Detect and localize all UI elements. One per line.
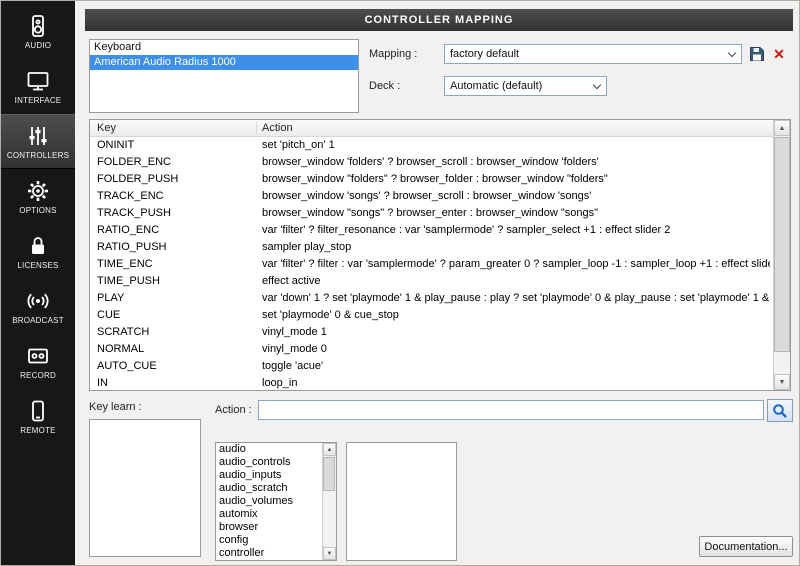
table-scrollbar[interactable]: ▲ ▼ <box>773 120 790 390</box>
documentation-button-label: Documentation... <box>704 541 787 553</box>
action-list-item[interactable]: automix <box>216 508 322 521</box>
table-row[interactable]: NORMALvinyl_mode 0 <box>90 341 773 358</box>
broadcast-waves-icon <box>25 288 51 314</box>
table-row[interactable]: AUTO_CUEtoggle 'acue' <box>90 358 773 375</box>
sidebar-item-broadcast[interactable]: BROADCAST <box>1 279 75 334</box>
mapping-table-body: ONINITset 'pitch_on' 1FOLDER_ENCbrowser_… <box>90 137 773 390</box>
action-list-item[interactable]: audio_scratch <box>216 482 322 495</box>
controller-mapping-window: AUDIO INTERFACE CONTROLLERS <box>0 0 800 566</box>
action-sub-list[interactable] <box>346 442 457 561</box>
scrollbar-thumb[interactable] <box>323 457 335 491</box>
sidebar-item-controllers[interactable]: CONTROLLERS <box>1 114 75 169</box>
key-learn-label: Key learn : <box>89 401 142 413</box>
sidebar-item-label: REMOTE <box>20 426 55 435</box>
action-input[interactable] <box>258 400 764 420</box>
mixer-faders-icon <box>25 123 51 149</box>
monitor-icon <box>25 68 51 94</box>
mapping-select[interactable]: factory default <box>444 44 742 64</box>
mapping-select-value: factory default <box>450 48 519 60</box>
sidebar-item-audio[interactable]: AUDIO <box>1 4 75 59</box>
sidebar-item-record[interactable]: RECORD <box>1 334 75 389</box>
sidebar-item-label: AUDIO <box>25 41 51 50</box>
sidebar-item-label: INTERFACE <box>15 96 62 105</box>
table-row[interactable]: TRACK_PUSHbrowser_window "songs" ? brows… <box>90 205 773 222</box>
action-list-item[interactable]: audio_inputs <box>216 469 322 482</box>
page-title: CONTROLLER MAPPING <box>365 14 514 26</box>
documentation-button[interactable]: Documentation... <box>699 536 793 557</box>
cassette-icon <box>25 343 51 369</box>
sidebar-item-label: CONTROLLERS <box>7 151 69 160</box>
deck-select[interactable]: Automatic (default) <box>444 76 607 96</box>
device-list-item[interactable]: Keyboard <box>90 40 358 55</box>
action-list-scrollbar[interactable]: ▲ ▼ <box>322 443 336 560</box>
sidebar-item-label: RECORD <box>20 371 56 380</box>
deck-select-value: Automatic (default) <box>450 80 542 92</box>
lock-icon <box>25 233 51 259</box>
table-row[interactable]: SCRATCHvinyl_mode 1 <box>90 324 773 341</box>
table-row[interactable]: ONINITset 'pitch_on' 1 <box>90 137 773 154</box>
column-header-key: Key <box>97 121 116 136</box>
table-row[interactable]: TRACK_ENCbrowser_window 'songs' ? browse… <box>90 188 773 205</box>
sidebar-item-label: LICENSES <box>17 261 58 270</box>
smartphone-icon <box>25 398 51 424</box>
table-row[interactable]: FOLDER_ENCbrowser_window 'folders' ? bro… <box>90 154 773 171</box>
action-list-item[interactable]: config <box>216 534 322 547</box>
table-row[interactable]: INloop_in <box>90 375 773 390</box>
table-row[interactable]: CUEset 'playmode' 0 & cue_stop <box>90 307 773 324</box>
search-action-button[interactable] <box>767 399 793 422</box>
table-row[interactable]: FOLDER_PUSHbrowser_window "folders" ? br… <box>90 171 773 188</box>
mapping-label: Mapping : <box>369 48 417 60</box>
save-mapping-button[interactable] <box>748 45 766 63</box>
table-row[interactable]: TIME_ENCvar 'filter' ? filter : var 'sam… <box>90 256 773 273</box>
key-learn-box[interactable] <box>89 419 201 557</box>
action-category-list[interactable]: audioaudio_controlsaudio_inputsaudio_scr… <box>215 442 337 561</box>
scroll-down-icon[interactable]: ▼ <box>323 547 336 560</box>
action-label: Action : <box>215 404 252 416</box>
gear-icon <box>25 178 51 204</box>
sidebar-item-remote[interactable]: REMOTE <box>1 389 75 444</box>
scroll-up-icon[interactable]: ▲ <box>774 120 790 136</box>
scroll-up-icon[interactable]: ▲ <box>323 443 336 456</box>
table-row[interactable]: PLAYvar 'down' 1 ? set 'playmode' 1 & pl… <box>90 290 773 307</box>
table-row[interactable]: RATIO_PUSHsampler play_stop <box>90 239 773 256</box>
mapping-table: Key Action ONINITset 'pitch_on' 1FOLDER_… <box>89 119 791 391</box>
action-list-item[interactable]: audio <box>216 443 322 456</box>
action-list-item[interactable]: audio_volumes <box>216 495 322 508</box>
close-icon: ✕ <box>773 45 785 63</box>
table-row[interactable]: TIME_PUSHeffect active <box>90 273 773 290</box>
deck-label: Deck : <box>369 80 400 92</box>
device-list-item[interactable]: American Audio Radius 1000 <box>90 55 358 70</box>
sidebar-item-interface[interactable]: INTERFACE <box>1 59 75 114</box>
action-list-item[interactable]: browser <box>216 521 322 534</box>
scroll-down-icon[interactable]: ▼ <box>774 374 790 390</box>
action-list-item[interactable]: audio_controls <box>216 456 322 469</box>
settings-sidebar: AUDIO INTERFACE CONTROLLERS <box>1 1 75 566</box>
column-header-action: Action <box>262 121 293 136</box>
action-list-items: audioaudio_controlsaudio_inputsaudio_scr… <box>216 443 322 560</box>
search-icon <box>772 403 788 419</box>
floppy-save-icon <box>749 46 765 62</box>
table-row[interactable]: RATIO_ENCvar 'filter' ? filter_resonance… <box>90 222 773 239</box>
scrollbar-thumb[interactable] <box>774 137 790 352</box>
sidebar-item-label: OPTIONS <box>19 206 56 215</box>
sidebar-item-label: BROADCAST <box>12 316 64 325</box>
sidebar-item-options[interactable]: OPTIONS <box>1 169 75 224</box>
delete-mapping-button[interactable]: ✕ <box>770 45 788 63</box>
column-divider <box>256 122 257 135</box>
speaker-icon <box>25 13 51 39</box>
action-list-item[interactable]: controller <box>216 547 322 560</box>
sidebar-item-licenses[interactable]: LICENSES <box>1 224 75 279</box>
chevron-down-icon <box>728 49 736 57</box>
page-title-bar: CONTROLLER MAPPING <box>85 9 793 31</box>
device-list[interactable]: KeyboardAmerican Audio Radius 1000 <box>89 39 359 113</box>
chevron-down-icon <box>593 81 601 89</box>
table-header: Key Action <box>90 120 773 137</box>
